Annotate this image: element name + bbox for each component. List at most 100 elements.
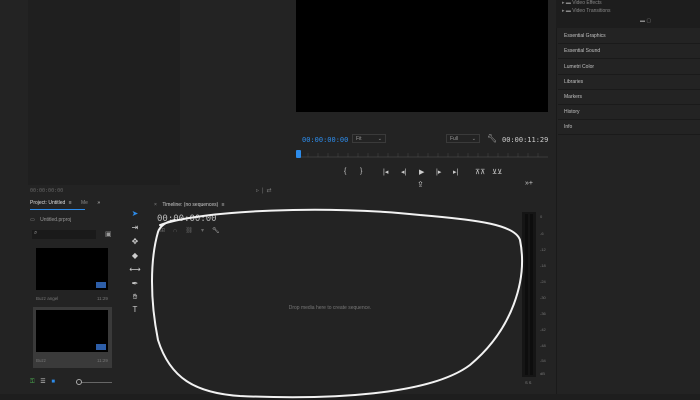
fit-select[interactable]: Fit ⌄ xyxy=(352,134,386,143)
type-tool-icon[interactable]: T xyxy=(129,305,141,314)
program-time-ruler[interactable] xyxy=(298,150,548,158)
icon-view-icon[interactable]: ■ xyxy=(51,379,55,385)
ripple-edit-tool-icon[interactable]: ✥ xyxy=(129,237,141,246)
solo-buttons[interactable]: S S xyxy=(525,380,531,385)
timeline-tab-bar: × Timeline: (no sequences) ≡ xyxy=(154,202,225,208)
add-marker-icon[interactable]: ▾ xyxy=(201,228,212,234)
program-playhead[interactable] xyxy=(296,150,301,158)
tree-item-video-transitions[interactable]: ▸ ▬ Video Transitions xyxy=(562,8,611,14)
chevron-down-icon: ⌄ xyxy=(471,136,476,142)
list-view-icon[interactable]: ☰ xyxy=(40,379,45,385)
tab-project[interactable]: Project: Untitled xyxy=(30,200,65,206)
slip-tool-icon[interactable]: ⟷ xyxy=(129,265,141,274)
left-gutter xyxy=(0,0,28,185)
project-file-label: Untitled.prproj xyxy=(40,217,72,223)
timeline-toolbar: ⊞∩⛓︎▾🔧︎ xyxy=(160,227,228,234)
go-to-out-icon[interactable]: ▸| xyxy=(453,168,458,176)
program-timecode[interactable]: 00:00:00:00 xyxy=(302,136,348,144)
meter-scale-label: -54 xyxy=(540,358,546,363)
hand-tool-icon[interactable]: ✋︎ xyxy=(129,292,141,302)
project-footer: ⚿ ☰ ■ xyxy=(30,378,55,386)
meter-scale-label: -42 xyxy=(540,327,546,332)
search-icon: ⌕ xyxy=(34,230,38,236)
tab-media-browser[interactable]: Me xyxy=(81,200,88,206)
step-back-icon[interactable]: ◂| xyxy=(401,168,406,176)
clip-type-badge xyxy=(96,282,106,288)
nest-icon[interactable]: ⊞ xyxy=(160,228,173,234)
chevron-down-icon: ⌄ xyxy=(377,136,382,142)
tree-item-video-effects[interactable]: ▸ ▬ Video Effects xyxy=(562,0,602,6)
track-select-tool-icon[interactable]: ⇥ xyxy=(129,223,141,232)
clip-name: Buzz angel xyxy=(36,296,59,301)
audio-meter-bar xyxy=(522,212,536,377)
lock-icon[interactable]: ⚿ xyxy=(30,379,35,385)
meter-scale-label: -24 xyxy=(540,279,546,284)
project-file-icon: ▭ xyxy=(30,217,35,223)
meter-channel-left xyxy=(525,214,528,375)
active-tab-underline xyxy=(30,209,85,210)
pen-tool-icon[interactable]: ✒ xyxy=(129,279,141,288)
tree-item-label: Video Effects xyxy=(572,0,602,6)
mark-in-icon[interactable]: { xyxy=(344,168,346,175)
quality-select-value: Full xyxy=(450,136,459,142)
meter-scale-label: -48 xyxy=(540,343,546,348)
button-editor-icon[interactable]: »+ xyxy=(525,180,533,187)
program-video-area[interactable] xyxy=(296,0,548,112)
tab-timeline[interactable]: Timeline: (no sequences) xyxy=(162,202,218,208)
selection-tool-icon[interactable]: ➤ xyxy=(129,209,141,218)
project-clip-thumbnail[interactable] xyxy=(36,248,108,290)
snap-icon[interactable]: ∩ xyxy=(173,228,185,234)
lift-icon[interactable]: ⊼⊼ xyxy=(475,168,485,176)
quality-select[interactable]: Full ⌄ xyxy=(446,134,480,143)
play-icon[interactable]: ▶ xyxy=(419,168,424,176)
tree-item-label: Video Transitions xyxy=(572,8,611,14)
panel-history[interactable]: History xyxy=(558,105,700,120)
extract-icon[interactable]: ⊻⊻ xyxy=(492,168,502,176)
project-file-name: ▭ Untitled.prproj xyxy=(30,217,71,223)
clip-type-badge xyxy=(96,344,106,350)
source-monitor[interactable] xyxy=(28,0,180,185)
wrench-icon[interactable]: 🔧︎ xyxy=(212,228,228,234)
panel-info[interactable]: Info xyxy=(558,120,700,135)
panel-essential-graphics[interactable]: Essential Graphics xyxy=(558,29,700,44)
new-bin-icon[interactable]: ▬ ▢ xyxy=(640,18,651,24)
go-to-in-icon[interactable]: |◂ xyxy=(383,168,388,176)
wrench-icon[interactable]: 🔧︎ xyxy=(487,134,497,143)
panel-libraries[interactable]: Libraries xyxy=(558,75,700,90)
step-forward-icon[interactable]: |▸ xyxy=(436,168,441,176)
meter-scale-label: -36 xyxy=(540,311,546,316)
meter-scale-label: dB xyxy=(540,371,545,376)
source-timecode[interactable]: 00:00:00:00 xyxy=(30,188,63,194)
tab-close-icon[interactable]: × xyxy=(154,202,157,208)
panel-essential-sound[interactable]: Essential Sound xyxy=(558,44,700,59)
timeline-timecode[interactable]: 00:00:00:00 xyxy=(157,214,217,224)
zoom-slider-handle[interactable] xyxy=(76,379,82,385)
panel-lumetri-color[interactable]: Lumetri Color xyxy=(558,60,700,75)
project-tab-bar: Project: Untitled ≡ Me » xyxy=(30,200,100,206)
more-tabs-icon[interactable]: » xyxy=(97,200,100,206)
source-footer-icons: ▹|⇄ xyxy=(256,187,275,194)
new-bin-icon[interactable]: ▣ xyxy=(105,230,112,238)
clip-duration: 11:29 xyxy=(97,358,108,363)
razor-tool-icon[interactable]: ◆ xyxy=(129,251,141,260)
program-duration: 00:00:11:29 xyxy=(502,136,549,144)
tab-menu-icon[interactable]: ≡ xyxy=(69,200,72,206)
meter-scale-label: 0 xyxy=(540,214,543,219)
tab-menu-icon[interactable]: ≡ xyxy=(222,202,225,208)
panel-markers[interactable]: Markers xyxy=(558,90,700,105)
project-clip-thumbnail[interactable] xyxy=(36,310,108,352)
meter-scale-label: -12 xyxy=(540,247,546,252)
project-search-input[interactable]: ⌕ xyxy=(32,230,96,239)
meter-scale-label: -18 xyxy=(540,263,546,268)
linked-select-icon[interactable]: ⛓︎ xyxy=(185,228,201,234)
export-frame-icon[interactable]: ▹| xyxy=(256,188,267,194)
source-footer xyxy=(28,186,290,196)
export-frame-icon[interactable]: ⇪ xyxy=(417,180,424,189)
clip-name: Buzz xyxy=(36,358,47,363)
meter-channel-right xyxy=(530,214,533,375)
status-bar xyxy=(0,394,700,400)
mark-out-icon[interactable]: } xyxy=(360,168,362,175)
fit-select-value: Fit xyxy=(356,136,362,142)
settings-icon[interactable]: ⇄ xyxy=(267,188,275,194)
clip-duration: 11:29 xyxy=(97,296,108,301)
